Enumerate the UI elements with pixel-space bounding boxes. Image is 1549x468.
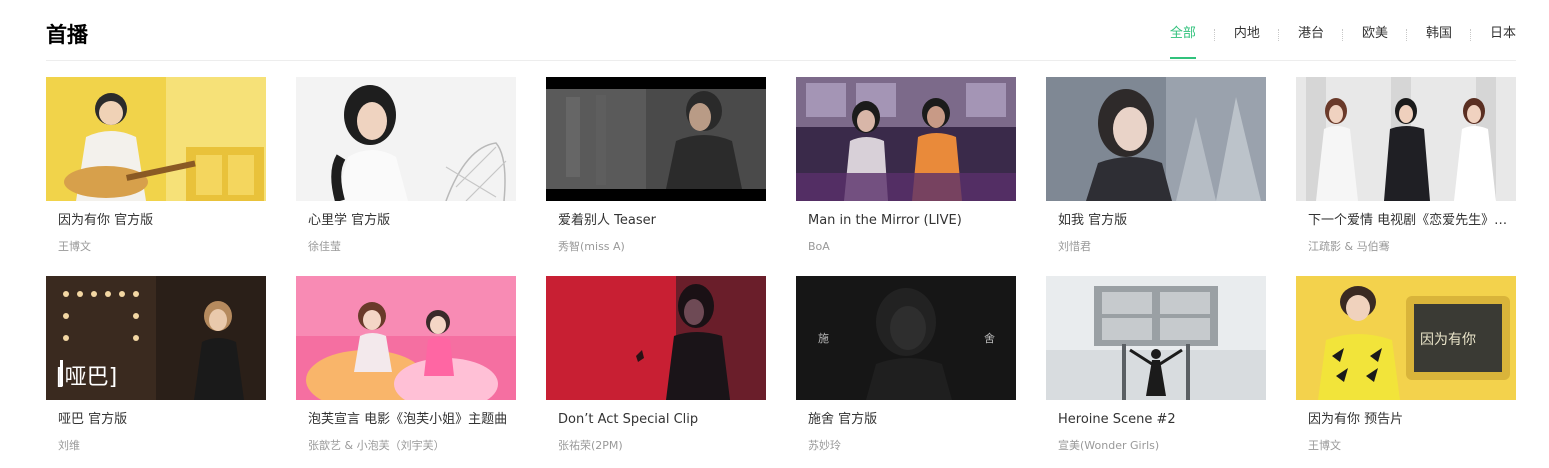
video-artist[interactable]: 苏妙玲 [808, 438, 1008, 454]
video-card[interactable]: 如我 官方版 刘惜君 [1046, 77, 1266, 262]
tab-separator [1260, 24, 1298, 44]
video-artist[interactable]: BoA [808, 239, 1008, 255]
tab-western[interactable]: 欧美 [1362, 24, 1388, 59]
video-title[interactable]: 心里学 官方版 [308, 212, 508, 230]
video-title[interactable]: Don’t Act Special Clip [558, 411, 758, 429]
video-thumbnail[interactable] [1296, 77, 1516, 201]
video-card[interactable]: Heroine Scene #2 宣美(Wonder Girls) [1046, 276, 1266, 461]
tab-separator [1388, 24, 1426, 44]
video-title[interactable]: 因为有你 预告片 [1308, 411, 1508, 429]
video-title[interactable]: Heroine Scene #2 [1058, 411, 1258, 429]
tab-japan[interactable]: 日本 [1490, 24, 1516, 59]
video-artist[interactable]: 刘维 [58, 438, 258, 454]
video-title[interactable]: Man in the Mirror (LIVE) [808, 212, 1008, 230]
video-artist[interactable]: 宣美(Wonder Girls) [1058, 438, 1258, 454]
video-title[interactable]: 泡芙宣言 电影《泡芙小姐》主题曲 [308, 411, 508, 429]
section-title: 首播 [46, 23, 88, 47]
thumbnail-caption: [哑巴] [56, 365, 117, 390]
video-card[interactable]: 泡芙宣言 电影《泡芙小姐》主题曲 张歆艺 & 小泡芙（刘宇芙） [296, 276, 516, 461]
video-artist[interactable]: 徐佳莹 [308, 239, 508, 255]
tab-all[interactable]: 全部 [1169, 24, 1196, 59]
video-title[interactable]: 爱着别人 Teaser [558, 212, 758, 230]
video-artist[interactable]: 秀智(miss A) [558, 239, 758, 255]
new-releases-section: 首播 全部 内地 港台 欧美 韩国 日本 因为有你 官方版 王博文 心里学 官方… [46, 0, 1516, 468]
tab-separator [1196, 24, 1234, 44]
video-thumbnail[interactable] [1046, 77, 1266, 201]
video-card[interactable]: 因为有你 因为有你 预告片 王博文 [1296, 276, 1516, 461]
tab-mainland[interactable]: 内地 [1234, 24, 1260, 59]
video-thumbnail[interactable] [296, 276, 516, 400]
video-artist[interactable]: 王博文 [58, 239, 258, 255]
video-title[interactable]: 下一个爱情 电视剧《恋爱先生》片尾曲 [1308, 212, 1508, 230]
video-card[interactable]: [哑巴] 哑巴 官方版 刘维 [46, 276, 266, 461]
region-tabs: 全部 内地 港台 欧美 韩国 日本 [1169, 24, 1516, 60]
video-artist[interactable]: 张歆艺 & 小泡芙（刘宇芙） [308, 438, 508, 454]
section-header: 首播 全部 内地 港台 欧美 韩国 日本 [46, 0, 1516, 61]
video-card[interactable]: 下一个爱情 电视剧《恋爱先生》片尾曲 江疏影 & 马伯骞 [1296, 77, 1516, 262]
video-thumbnail[interactable] [296, 77, 516, 201]
video-card[interactable]: 施 舍 施舍 官方版 苏妙玲 [796, 276, 1016, 461]
video-title[interactable]: 如我 官方版 [1058, 212, 1258, 230]
video-thumbnail[interactable] [1046, 276, 1266, 400]
tab-separator [1452, 24, 1490, 44]
video-title[interactable]: 因为有你 官方版 [58, 212, 258, 230]
thumbnail-caption-left: 施 [818, 332, 829, 345]
video-card[interactable]: 爱着别人 Teaser 秀智(miss A) [546, 77, 766, 262]
video-thumbnail[interactable]: 因为有你 [1296, 276, 1516, 400]
tab-hk-tw[interactable]: 港台 [1298, 24, 1324, 59]
video-card[interactable]: 因为有你 官方版 王博文 [46, 77, 266, 262]
video-title[interactable]: 哑巴 官方版 [58, 411, 258, 429]
video-artist[interactable]: 张祐荣(2PM) [558, 438, 758, 454]
tab-separator [1324, 24, 1362, 44]
video-thumbnail[interactable]: 施 舍 [796, 276, 1016, 400]
thumbnail-caption: 因为有你 [1420, 332, 1476, 348]
video-thumbnail[interactable] [46, 77, 266, 201]
video-artist[interactable]: 江疏影 & 马伯骞 [1308, 239, 1508, 255]
video-card[interactable]: Don’t Act Special Clip 张祐荣(2PM) [546, 276, 766, 461]
thumbnail-caption-right: 舍 [984, 331, 995, 345]
video-thumbnail[interactable]: [哑巴] [46, 276, 266, 400]
video-card[interactable]: Man in the Mirror (LIVE) BoA [796, 77, 1016, 262]
video-card[interactable]: 心里学 官方版 徐佳莹 [296, 77, 516, 262]
video-artist[interactable]: 刘惜君 [1058, 239, 1258, 255]
video-title[interactable]: 施舍 官方版 [808, 411, 1008, 429]
video-thumbnail[interactable] [546, 276, 766, 400]
video-artist[interactable]: 王博文 [1308, 438, 1508, 454]
video-thumbnail[interactable] [546, 77, 766, 201]
video-thumbnail[interactable] [796, 77, 1016, 201]
tab-korea[interactable]: 韩国 [1426, 24, 1452, 59]
